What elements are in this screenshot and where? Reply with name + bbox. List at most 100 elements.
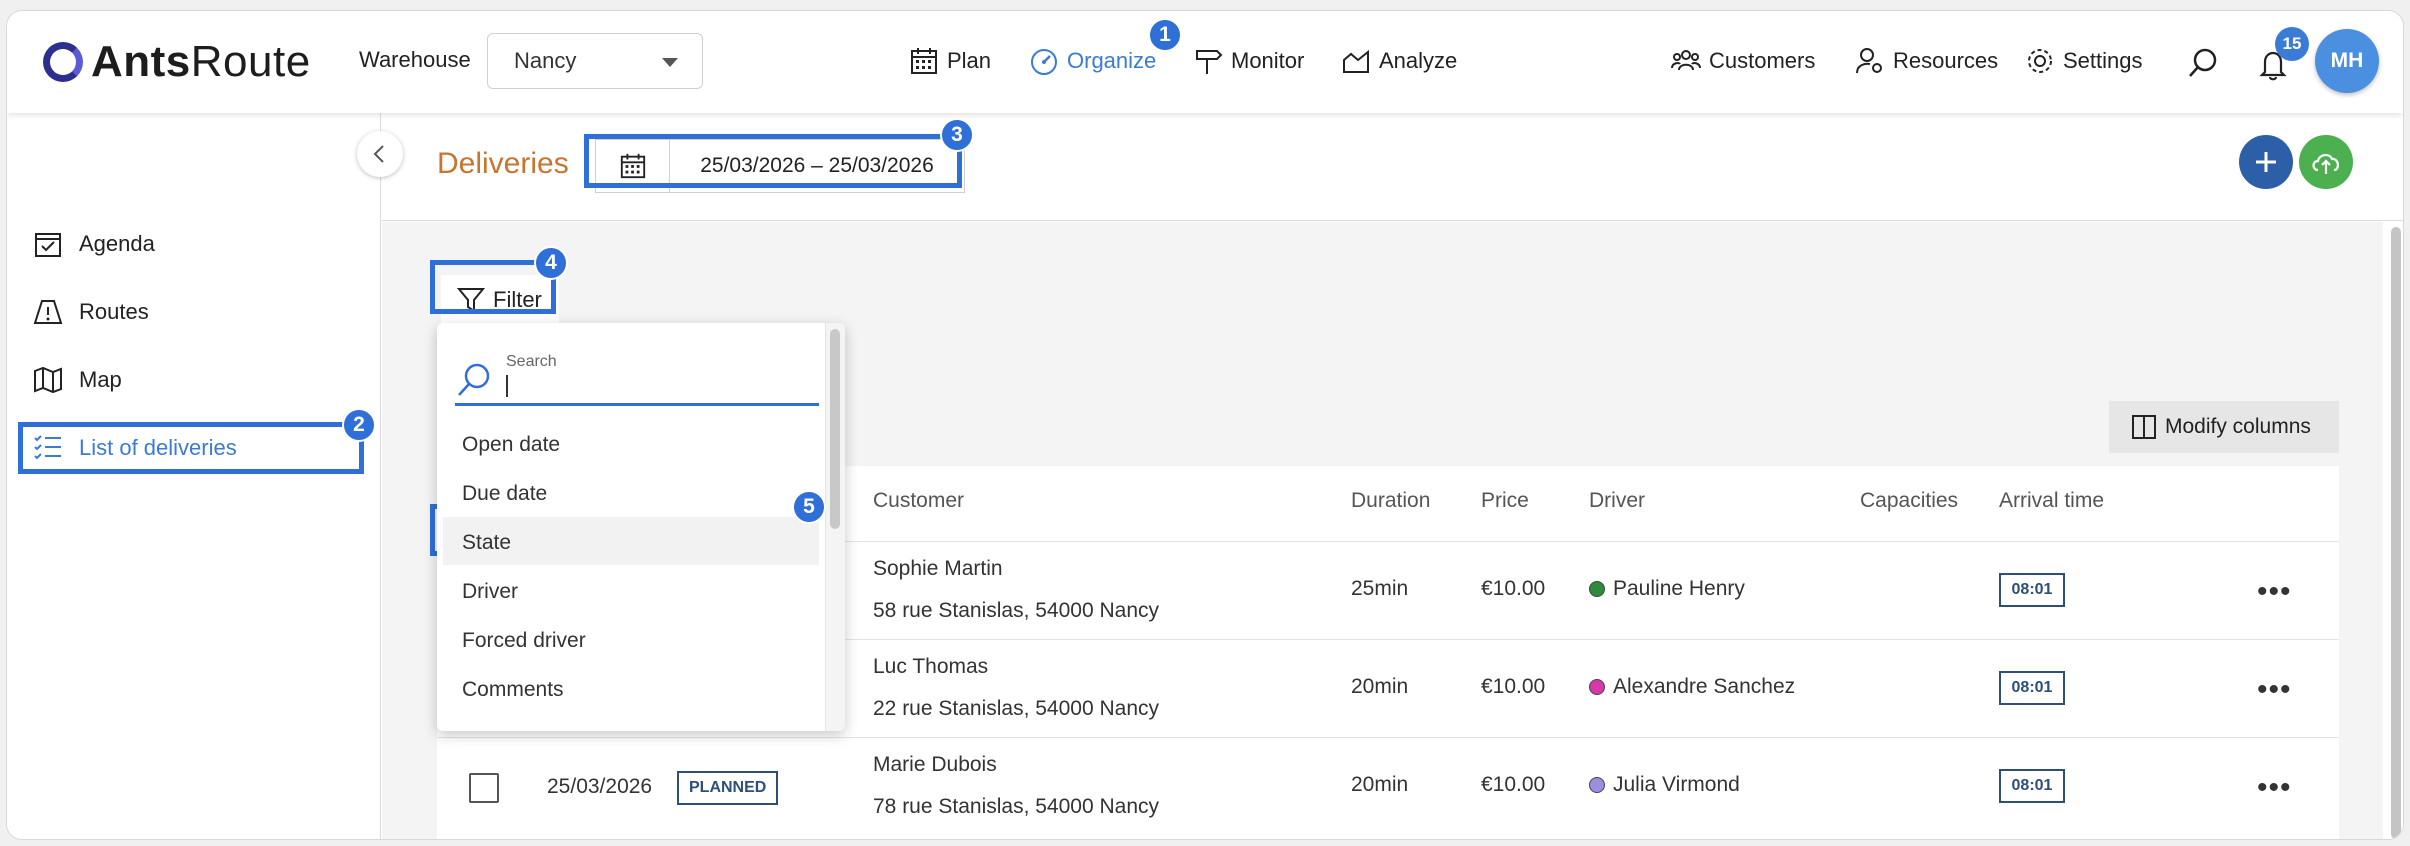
- warehouse-label: Warehouse: [359, 47, 471, 72]
- warehouse-value: Nancy: [514, 48, 577, 73]
- nav-monitor[interactable]: Monitor: [1193, 33, 1304, 89]
- driver-cell: Alexandre Sanchez: [1589, 675, 1795, 699]
- page-scrollbar-thumb[interactable]: [2391, 227, 2401, 839]
- filter-option-state[interactable]: State: [462, 531, 511, 555]
- filter-search-label: Search: [506, 353, 557, 370]
- search-icon: [458, 363, 490, 396]
- price-value: €10.00: [1481, 577, 1546, 600]
- customer-name: Marie Dubois: [873, 753, 997, 776]
- sidebar-item-map[interactable]: Map: [33, 365, 122, 395]
- logo-icon: [43, 42, 83, 82]
- dropdown-scrollbar-thumb[interactable]: [830, 329, 840, 529]
- driver-color-dot: [1589, 679, 1605, 695]
- text-cursor: [506, 375, 508, 397]
- customer-address: 22 rue Stanislas, 54000 Nancy: [873, 697, 1160, 720]
- route-warning-icon: [33, 300, 63, 324]
- chevron-left-icon: [373, 145, 384, 163]
- customer-name: Luc Thomas: [873, 655, 989, 678]
- sidebar-item-agenda[interactable]: Agenda: [33, 229, 155, 259]
- filter-search-input[interactable]: [503, 371, 819, 403]
- logo-text-light: Route: [190, 37, 311, 86]
- warehouse-select[interactable]: Nancy: [487, 33, 703, 89]
- modify-columns-label: Modify columns: [2165, 415, 2311, 438]
- nav-organize-label: Organize: [1067, 48, 1157, 73]
- delivery-date: 25/03/2026: [547, 775, 653, 798]
- more-options-icon[interactable]: •••: [2257, 773, 2292, 803]
- nav-analyze[interactable]: Analyze: [1341, 33, 1457, 89]
- column-header-capacities[interactable]: Capacities: [1860, 489, 1958, 513]
- nav-monitor-label: Monitor: [1231, 48, 1305, 73]
- signpost-icon: [1196, 50, 1223, 74]
- driver-cell: Julia Virmond: [1589, 773, 1740, 797]
- speedometer-icon: [1031, 49, 1057, 75]
- import-upload-button[interactable]: [2299, 135, 2353, 189]
- filter-option-open-date[interactable]: Open date: [462, 433, 560, 457]
- user-avatar[interactable]: MH: [2315, 29, 2379, 93]
- price-value: €10.00: [1481, 675, 1546, 698]
- sidebar-item-label: Routes: [79, 299, 149, 324]
- highlight-box-date-range: [584, 134, 962, 188]
- column-header-duration[interactable]: Duration: [1351, 489, 1430, 513]
- users-group-icon: [1671, 50, 1701, 71]
- column-header-customer[interactable]: Customer: [873, 489, 964, 513]
- nav-settings[interactable]: Settings: [2025, 33, 2143, 89]
- columns-icon: [2132, 415, 2156, 439]
- driver-name: Pauline Henry: [1613, 577, 1745, 600]
- chevron-down-icon: [662, 58, 678, 67]
- duration-value: 20min: [1351, 675, 1409, 698]
- search-icon[interactable]: [2187, 47, 2219, 79]
- arrival-time-badge: 08:01: [1999, 573, 2065, 607]
- logo-text-bold: Ants: [91, 37, 191, 86]
- arrival-time-badge: 08:01: [1999, 769, 2065, 803]
- driver-cell: Pauline Henry: [1589, 577, 1745, 601]
- driver-name: Julia Virmond: [1613, 773, 1740, 796]
- column-header-arrival-time[interactable]: Arrival time: [1999, 489, 2104, 513]
- column-header-driver[interactable]: Driver: [1589, 489, 1645, 513]
- modify-columns-button[interactable]: Modify columns: [2109, 401, 2339, 453]
- more-options-icon[interactable]: •••: [2257, 675, 2292, 705]
- filter-option-forced-driver[interactable]: Forced driver: [462, 629, 586, 653]
- gear-icon: [2028, 49, 2052, 73]
- sidebar-item-label: Map: [79, 367, 122, 392]
- notification-count-badge: 15: [2275, 27, 2309, 61]
- arrival-time-badge: 08:01: [1999, 671, 2065, 705]
- calendar-check-icon: [35, 233, 61, 257]
- nav-customers-label: Customers: [1709, 48, 1816, 73]
- customer-address: 58 rue Stanislas, 54000 Nancy: [873, 599, 1160, 622]
- nav-resources[interactable]: Resources: [1855, 33, 1998, 89]
- nav-settings-label: Settings: [2063, 48, 2143, 73]
- filter-option-due-date[interactable]: Due date: [462, 482, 547, 506]
- column-header-price[interactable]: Price: [1481, 489, 1529, 513]
- filter-option-driver[interactable]: Driver: [462, 580, 518, 604]
- area-chart-icon: [1343, 49, 1369, 73]
- plus-icon: [2256, 152, 2276, 172]
- annotation-number: 4: [534, 246, 568, 280]
- cloud-upload-icon: [2312, 154, 2339, 174]
- nav-customers[interactable]: Customers: [1671, 33, 1815, 89]
- price-value: €10.00: [1481, 773, 1546, 796]
- antsroute-logo[interactable]: AntsRoute: [43, 37, 311, 87]
- nav-organize[interactable]: Organize: [1029, 33, 1156, 89]
- sidebar: [7, 113, 381, 839]
- status-badge: PLANNED: [677, 771, 779, 805]
- customer-address: 78 rue Stanislas, 54000 Nancy: [873, 795, 1160, 818]
- duration-value: 20min: [1351, 773, 1409, 796]
- collapse-sidebar-button[interactable]: [357, 131, 403, 177]
- sidebar-item-routes[interactable]: Routes: [33, 297, 149, 327]
- map-icon: [34, 366, 62, 394]
- duration-value: 25min: [1351, 577, 1409, 600]
- add-delivery-button[interactable]: [2239, 135, 2293, 189]
- annotation-number: 3: [940, 118, 974, 152]
- calendar-grid-icon: [911, 48, 937, 74]
- row-checkbox[interactable]: [469, 773, 499, 803]
- nav-plan-label: Plan: [947, 48, 992, 73]
- page-title: Deliveries: [437, 147, 569, 180]
- more-options-icon[interactable]: •••: [2257, 577, 2292, 607]
- highlight-box-list-of-deliveries: [18, 422, 364, 474]
- driver-name: Alexandre Sanchez: [1613, 675, 1796, 698]
- filter-option-comments[interactable]: Comments: [462, 678, 564, 702]
- nav-plan[interactable]: Plan: [909, 33, 991, 89]
- user-gear-icon: [1856, 48, 1882, 74]
- nav-resources-label: Resources: [1893, 48, 1999, 73]
- nav-analyze-label: Analyze: [1379, 48, 1458, 73]
